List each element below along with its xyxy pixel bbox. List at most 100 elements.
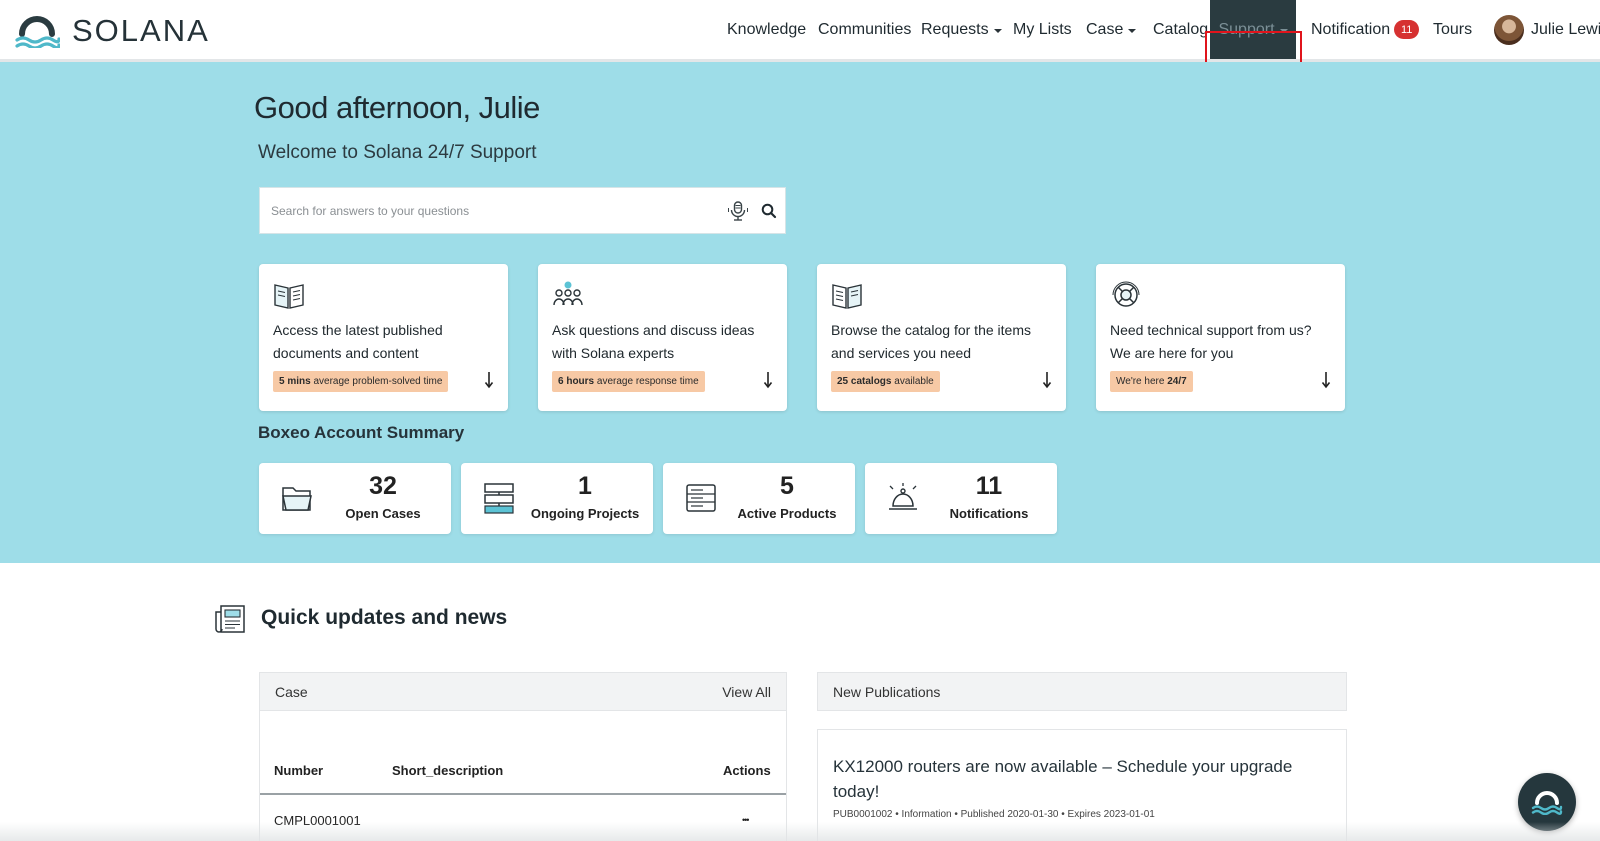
microphone-icon[interactable] (726, 199, 750, 223)
communities-card[interactable]: Ask questions and discuss ideas with Sol… (538, 264, 787, 411)
card-description: Need technical support from us? We are h… (1110, 322, 1312, 361)
nav-requests-label: Requests (921, 20, 989, 38)
card-stat-tag: We're here 24/7 (1110, 371, 1193, 392)
nav-catalog[interactable]: Catalog (1153, 0, 1208, 59)
chat-assistant-button[interactable] (1518, 773, 1576, 831)
column-header-short-description[interactable]: Short_description (392, 763, 503, 778)
lifebuoy-icon (1112, 281, 1140, 307)
solana-wave-icon (1531, 791, 1563, 815)
nav-tours[interactable]: Tours (1433, 0, 1472, 59)
server-icon (686, 484, 716, 512)
card-description: Browse the catalog for the items and ser… (831, 322, 1031, 361)
stat-label: Notifications (949, 506, 1029, 521)
tag-bold: 24/7 (1167, 376, 1187, 387)
nav-knowledge-label: Knowledge (727, 20, 807, 38)
support-card[interactable]: Need technical support from us? We are h… (1096, 264, 1345, 411)
arrow-down-icon[interactable] (1320, 370, 1332, 390)
publication-item[interactable]: KX12000 routers are now available – Sche… (817, 729, 1347, 841)
nav-case-label: Case (1086, 20, 1124, 38)
card-description: Ask questions and discuss ideas with Sol… (552, 322, 755, 361)
nav-support-label: Support (1218, 20, 1275, 38)
nav-case[interactable]: Case (1086, 0, 1137, 59)
search-icon[interactable] (760, 202, 778, 220)
stat-label: Open Cases (345, 506, 421, 521)
arrow-down-icon[interactable] (1041, 370, 1053, 390)
notifications-stat[interactable]: 11 Notifications (865, 463, 1057, 534)
knowledge-card[interactable]: Access the latest published documents an… (259, 264, 508, 411)
active-products-stat[interactable]: 5 Active Products (663, 463, 855, 534)
quick-updates-title: Quick updates and news (261, 606, 508, 629)
card-stat-tag: 6 hours average response time (552, 371, 705, 392)
open-cases-stat[interactable]: 32 Open Cases (259, 463, 451, 534)
brand-name: SOLANA (72, 13, 210, 48)
tag-text: average response time (594, 376, 699, 387)
card-description: Access the latest published documents an… (273, 322, 443, 361)
newspaper-icon (215, 605, 245, 633)
nav-notification[interactable]: Notification 11 (1311, 0, 1420, 59)
publication-meta: PUB0001002 • Information • Published 202… (833, 809, 1155, 820)
nav-notification-label: Notification (1311, 20, 1391, 38)
tag-bold: 6 hours (558, 376, 595, 387)
folder-icon (282, 487, 312, 511)
avatar (1494, 14, 1524, 45)
stat-label: Active Products (737, 506, 837, 521)
welcome-subtitle: Welcome to Solana 24/7 Support (258, 142, 537, 163)
top-navigation-bar: SOLANA Knowledge Communities Requests My… (0, 0, 1600, 62)
notification-count-badge: 11 (1394, 20, 1420, 39)
community-icon (553, 281, 583, 306)
projects-icon (484, 483, 514, 514)
nav-my-lists[interactable]: My Lists (1013, 0, 1072, 59)
nav-catalog-label: Catalog (1153, 20, 1209, 38)
tag-bold: 25 catalogs (837, 376, 892, 387)
stat-value: 5 (780, 472, 794, 500)
ongoing-projects-stat[interactable]: 1 Ongoing Projects (461, 463, 653, 534)
nav-my-lists-label: My Lists (1013, 20, 1072, 38)
stat-label: Ongoing Projects (530, 506, 640, 521)
caret-down-icon (1279, 28, 1288, 33)
bell-icon (889, 483, 917, 510)
stat-value: 32 (369, 472, 397, 500)
nav-requests[interactable]: Requests (921, 0, 1002, 59)
tag-bold: 5 mins (279, 376, 311, 387)
user-menu[interactable]: Julie Lewis (1494, 0, 1600, 59)
nav-communities[interactable]: Communities (818, 0, 911, 59)
solana-logo[interactable]: SOLANA (14, 14, 210, 48)
publications-panel-title: New Publications (833, 684, 941, 700)
nav-knowledge[interactable]: Knowledge (727, 0, 806, 59)
arrow-down-icon[interactable] (762, 370, 774, 390)
search-bar (259, 187, 786, 234)
solana-wave-icon (15, 16, 60, 48)
user-name: Julie Lewis (1531, 20, 1600, 38)
publication-title[interactable]: KX12000 routers are now available – Sche… (833, 754, 1333, 804)
column-header-actions: Actions (723, 763, 771, 778)
table-header-divider (260, 793, 786, 795)
greeting-heading: Good afternoon, Julie (254, 90, 540, 125)
stat-value: 11 (975, 472, 1003, 500)
search-input[interactable] (271, 188, 711, 233)
caret-down-icon (993, 28, 1002, 33)
publications-panel-header: New Publications (817, 672, 1347, 711)
caret-down-icon (1128, 28, 1137, 33)
book-icon (274, 284, 304, 309)
catalog-icon (832, 284, 862, 309)
stat-value: 1 (578, 472, 592, 500)
tag-text: average problem-solved time (310, 376, 443, 387)
tag-text: available (891, 376, 934, 387)
case-panel-header: Case View All (259, 672, 787, 711)
case-panel-title: Case (275, 684, 308, 700)
catalog-card[interactable]: Browse the catalog for the items and ser… (817, 264, 1066, 411)
case-table: Number Short_description Actions CMPL000… (259, 711, 787, 841)
arrow-down-icon[interactable] (483, 370, 495, 390)
tag-text: We're here (1116, 376, 1168, 387)
nav-communities-label: Communities (818, 20, 912, 38)
nav-support[interactable]: Support (1210, 0, 1296, 59)
row-actions-menu[interactable]: ••• (742, 815, 750, 825)
bottom-scroll-fade (0, 822, 1600, 841)
card-stat-tag: 5 mins average problem-solved time (273, 371, 449, 392)
case-number[interactable]: CMPL0001001 (274, 813, 361, 828)
view-all-link[interactable]: View All (722, 684, 771, 700)
column-header-number[interactable]: Number (274, 763, 323, 778)
nav-tours-label: Tours (1433, 20, 1473, 38)
account-summary-title: Boxeo Account Summary (258, 423, 465, 442)
card-stat-tag: 25 catalogs available (831, 371, 940, 392)
